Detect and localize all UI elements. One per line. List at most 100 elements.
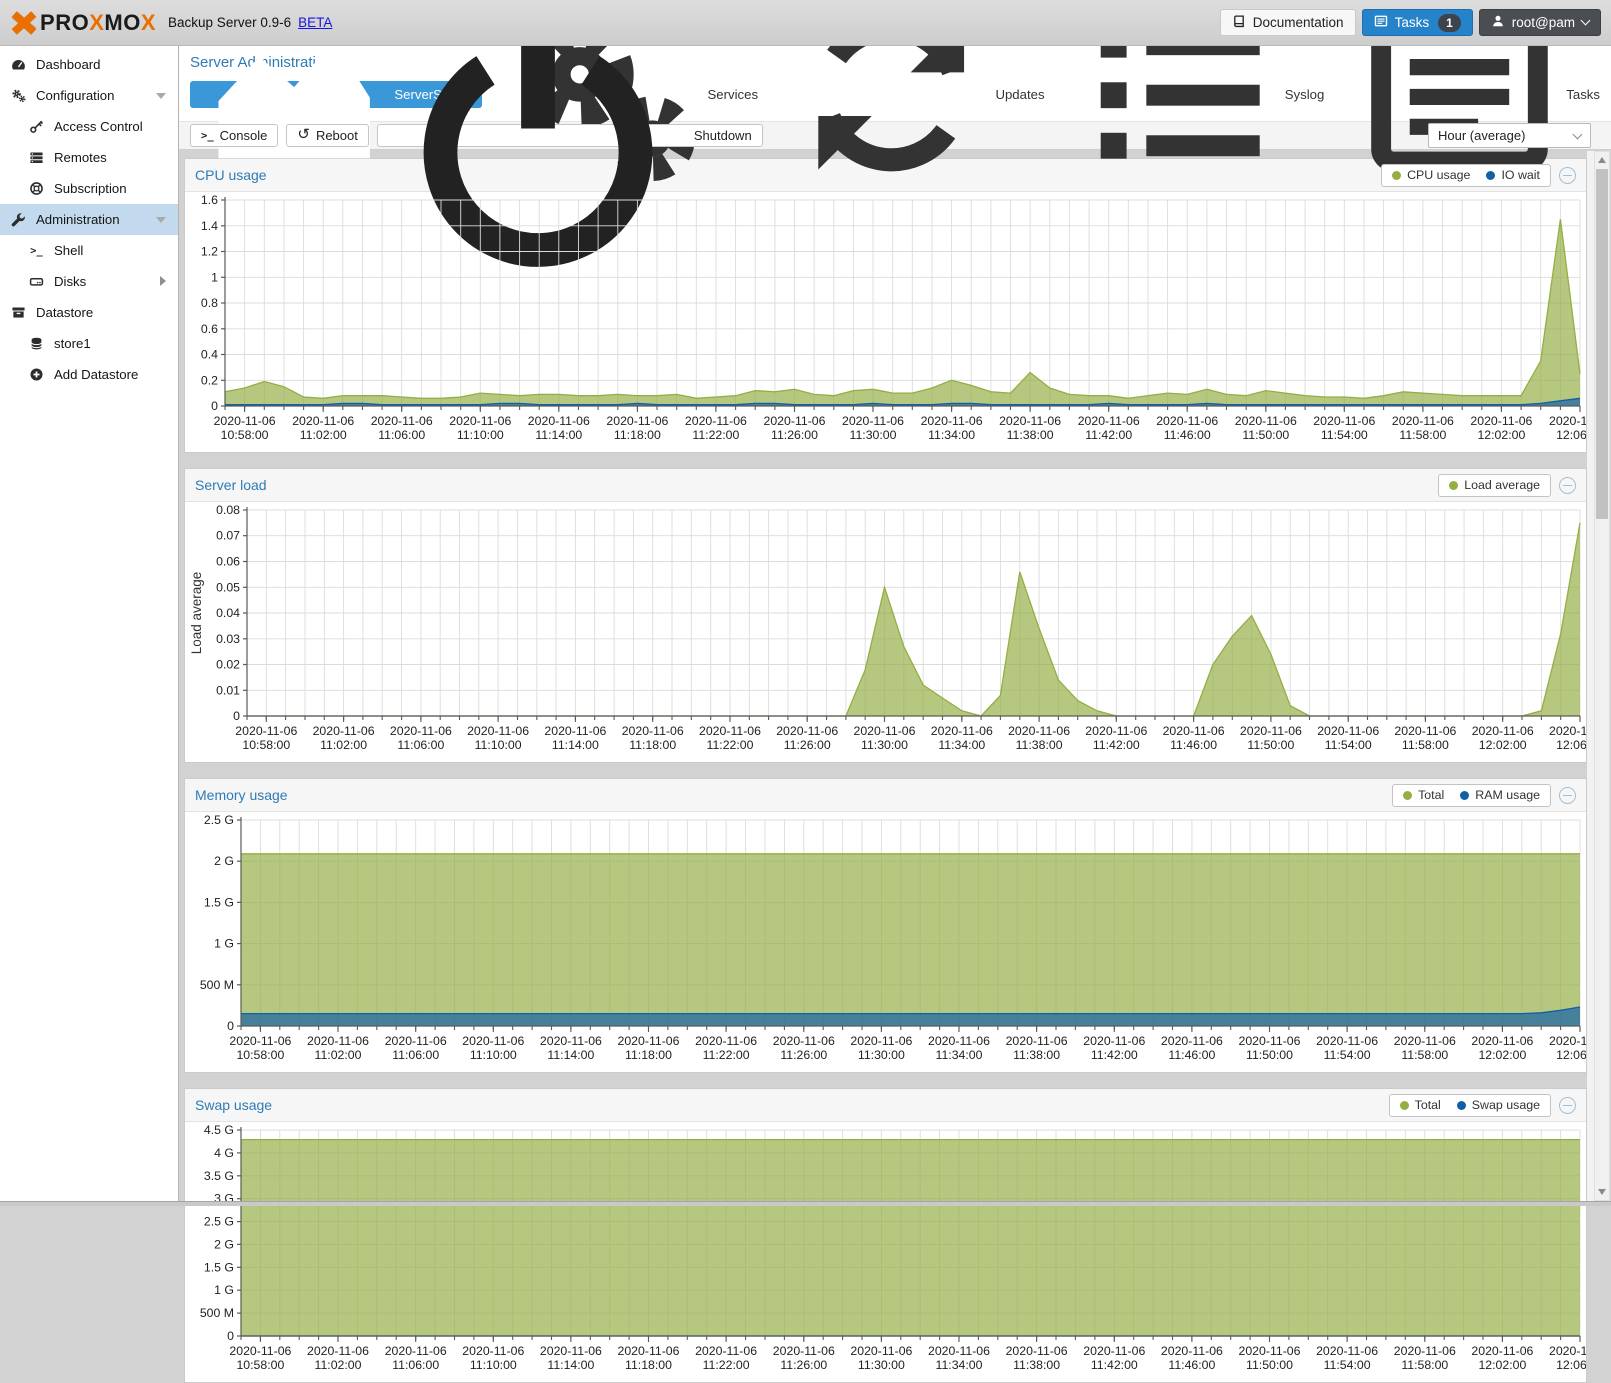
shutdown-button[interactable]: Shutdown <box>377 124 763 147</box>
main-content: Server Administration ServerStatusServic… <box>178 46 1611 1206</box>
legend-dot-icon <box>1403 791 1412 800</box>
product-version: Backup Server 0.9-6 <box>168 15 291 30</box>
svg-text:1: 1 <box>211 270 218 284</box>
svg-text:11:22:00: 11:22:00 <box>692 428 739 442</box>
svg-text:2020-11-06: 2020-11-06 <box>1085 724 1147 738</box>
svg-text:12:02:00: 12:02:00 <box>1477 428 1525 442</box>
svg-text:11:54:00: 11:54:00 <box>1325 738 1372 752</box>
vertical-scrollbar[interactable] <box>1594 151 1610 1201</box>
svg-text:0: 0 <box>233 709 240 723</box>
panel-header-swap: Swap usageTotalSwap usage <box>185 1089 1586 1122</box>
svg-text:11:06:00: 11:06:00 <box>392 1358 439 1372</box>
svg-text:11:46:00: 11:46:00 <box>1168 1048 1215 1062</box>
svg-text:2020-11-06: 2020-11-06 <box>1008 724 1070 738</box>
legend-item-total[interactable]: Total <box>1400 1098 1441 1112</box>
svg-text:3.5 G: 3.5 G <box>204 1169 234 1183</box>
legend-item-total[interactable]: Total <box>1403 788 1444 802</box>
sidebar-item-administration[interactable]: Administration <box>0 204 178 235</box>
sidebar-item-datastore[interactable]: Datastore <box>0 297 178 328</box>
svg-text:11:10:00: 11:10:00 <box>470 1048 517 1062</box>
svg-text:2020-11-06: 2020-11-06 <box>618 1344 680 1358</box>
sidebar-item-add-datastore[interactable]: Add Datastore <box>0 359 178 390</box>
svg-text:11:34:00: 11:34:00 <box>936 1358 983 1372</box>
svg-text:2020-11-06: 2020-11-06 <box>229 1034 291 1048</box>
scrollbar-thumb[interactable] <box>1596 169 1608 519</box>
svg-text:11:14:00: 11:14:00 <box>547 1048 594 1062</box>
scroll-down-arrow-icon[interactable] <box>1598 1189 1606 1195</box>
lifering-icon <box>29 181 44 196</box>
svg-text:2020-11-06: 2020-11-06 <box>1472 724 1534 738</box>
svg-text:11:38:00: 11:38:00 <box>1007 428 1054 442</box>
svg-text:11:46:00: 11:46:00 <box>1170 738 1217 752</box>
collapse-panel-icon[interactable] <box>1559 477 1576 494</box>
documentation-label: Documentation <box>1253 15 1344 30</box>
sidebar-nav: DashboardConfigurationAccess ControlRemo… <box>0 46 178 1201</box>
svg-text:2020-11-06: 2020-11-06 <box>371 414 433 428</box>
svg-text:2020-11-06: 2020-11-06 <box>1239 1344 1301 1358</box>
panel-load: Server loadLoad average00.010.020.030.04… <box>184 468 1587 763</box>
svg-text:11:58:00: 11:58:00 <box>1399 428 1446 442</box>
tab-tasks[interactable]: Tasks <box>1349 81 1611 108</box>
svg-text:11:30:00: 11:30:00 <box>850 428 897 442</box>
panel-header-load: Server loadLoad average <box>185 469 1586 502</box>
plus-circle-icon <box>29 367 44 382</box>
reboot-button[interactable]: ↺Reboot <box>286 124 369 147</box>
collapse-panel-icon[interactable] <box>1559 787 1576 804</box>
legend-item-swap-usage[interactable]: Swap usage <box>1457 1098 1540 1112</box>
sidebar-item-remotes[interactable]: Remotes <box>0 142 178 173</box>
collapse-panel-icon[interactable] <box>1559 1097 1576 1114</box>
tab-syslog[interactable]: Syslog <box>1070 81 1336 108</box>
tasks-button[interactable]: Tasks 1 <box>1362 9 1473 36</box>
sidebar-item-subscription[interactable]: Subscription <box>0 173 178 204</box>
legend-item-load-average[interactable]: Load average <box>1449 478 1540 492</box>
sidebar-item-label: store1 <box>54 336 91 351</box>
sidebar-item-store1[interactable]: store1 <box>0 328 178 359</box>
time-range-select[interactable]: Hour (average) <box>1428 123 1591 148</box>
legend-item-cpu-usage[interactable]: CPU usage <box>1392 168 1470 182</box>
svg-text:11:26:00: 11:26:00 <box>780 1358 827 1372</box>
svg-text:0.6: 0.6 <box>201 322 218 336</box>
svg-text:2020-11-06: 2020-11-06 <box>931 724 993 738</box>
collapse-panel-icon[interactable] <box>1559 167 1576 184</box>
sidebar-item-dashboard[interactable]: Dashboard <box>0 49 178 80</box>
svg-text:0.02: 0.02 <box>216 658 240 672</box>
legend-dot-icon <box>1392 171 1401 180</box>
sidebar-item-shell[interactable]: >_Shell <box>0 235 178 266</box>
svg-text:2020-11-06: 2020-11-06 <box>1235 414 1297 428</box>
svg-text:0.01: 0.01 <box>216 683 240 697</box>
svg-text:11:14:00: 11:14:00 <box>547 1358 594 1372</box>
svg-text:0.06: 0.06 <box>216 555 240 569</box>
svg-text:11:50:00: 11:50:00 <box>1246 1048 1293 1062</box>
svg-text:11:30:00: 11:30:00 <box>858 1358 905 1372</box>
scroll-up-arrow-icon[interactable] <box>1598 157 1606 163</box>
svg-text:2020-11-06: 2020-11-06 <box>385 1034 447 1048</box>
documentation-button[interactable]: Documentation <box>1220 9 1356 36</box>
panel-title: Memory usage <box>195 787 288 803</box>
svg-text:2020-11-06: 2020-11-06 <box>1549 1034 1586 1048</box>
console-button[interactable]: >_Console <box>190 124 278 147</box>
legend-item-io-wait[interactable]: IO wait <box>1486 168 1540 182</box>
tasks-label: Tasks <box>1395 15 1430 30</box>
svg-text:11:30:00: 11:30:00 <box>861 738 908 752</box>
svg-text:2020-11-06: 2020-11-06 <box>606 414 668 428</box>
sidebar-item-disks[interactable]: Disks <box>0 266 178 297</box>
sidebar-item-access-control[interactable]: Access Control <box>0 111 178 142</box>
legend-dot-icon <box>1457 1101 1466 1110</box>
svg-text:2 G: 2 G <box>214 1237 234 1251</box>
svg-text:11:14:00: 11:14:00 <box>535 428 582 442</box>
sidebar-item-label: Add Datastore <box>54 367 138 382</box>
tab-updates[interactable]: Updates <box>783 81 1055 108</box>
svg-text:2020-11-06: 2020-11-06 <box>921 414 983 428</box>
svg-text:2020-11-06: 2020-11-06 <box>622 724 684 738</box>
svg-text:11:06:00: 11:06:00 <box>392 1048 439 1062</box>
key-icon <box>29 119 44 134</box>
svg-text:11:10:00: 11:10:00 <box>457 428 504 442</box>
user-menu-button[interactable]: root@pam <box>1479 9 1601 36</box>
legend-item-ram-usage[interactable]: RAM usage <box>1460 788 1540 802</box>
svg-text:0: 0 <box>211 399 218 413</box>
beta-link[interactable]: BETA <box>298 15 332 30</box>
svg-text:2.5 G: 2.5 G <box>204 1215 234 1229</box>
svg-text:2020-11-06: 2020-11-06 <box>1156 414 1218 428</box>
sidebar-item-configuration[interactable]: Configuration <box>0 80 178 111</box>
svg-text:2020-11-06: 2020-11-06 <box>1394 1034 1456 1048</box>
